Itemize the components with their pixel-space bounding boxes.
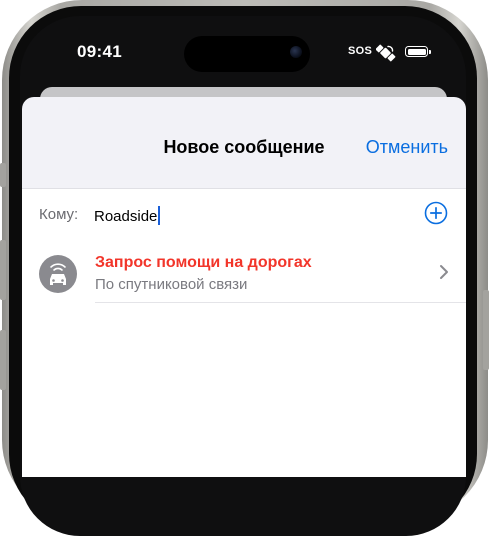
- text-cursor: [158, 206, 161, 225]
- new-message-sheet: Новое сообщение Отменить Кому: Roadside …: [22, 97, 466, 477]
- battery-icon: [405, 46, 431, 57]
- camera-icon: [290, 46, 302, 58]
- status-time: 09:41: [77, 42, 122, 61]
- recipient-text: Roadside: [94, 208, 158, 225]
- suggestion-title: Запрос помощи на дорогах: [95, 254, 312, 271]
- recipient-input[interactable]: Roadside: [94, 206, 161, 225]
- volume-down-button: [0, 330, 6, 390]
- to-label: Кому:: [39, 206, 79, 223]
- side-button: [0, 163, 6, 187]
- sos-indicator: SOS: [348, 45, 373, 57]
- power-button: [483, 290, 489, 370]
- plus-circle-icon[interactable]: [424, 201, 448, 225]
- chevron-right-icon: [440, 265, 448, 279]
- suggestion-roadside-assistance[interactable]: Запрос помощи на дорогах По спутниковой …: [22, 243, 466, 303]
- satellite-icon: [376, 44, 396, 62]
- cancel-button[interactable]: Отменить: [366, 137, 448, 158]
- car-signal-icon: [39, 255, 77, 293]
- suggestion-subtitle: По спутниковой связи: [95, 276, 248, 293]
- volume-up-button: [0, 240, 6, 300]
- message-body-area: [22, 303, 466, 477]
- to-field-row[interactable]: Кому: Roadside: [22, 188, 466, 244]
